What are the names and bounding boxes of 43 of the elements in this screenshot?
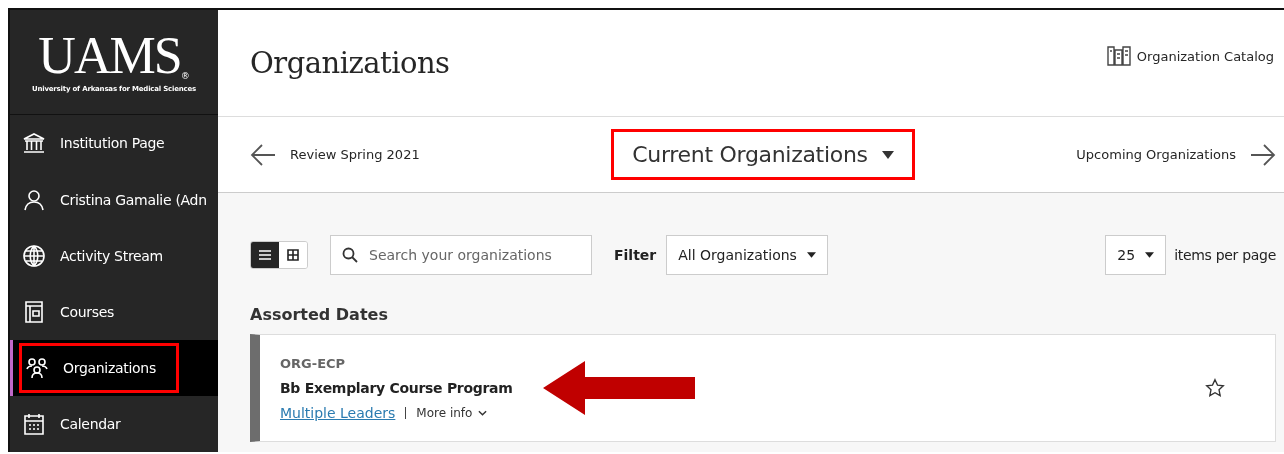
- leaders-link[interactable]: Multiple Leaders: [280, 404, 396, 421]
- sidebar-item[interactable]: Cristina Gamalie (Adn: [10, 171, 218, 228]
- organization-name: Bb Exemplary Course Program: [280, 379, 513, 396]
- search-icon: [342, 247, 358, 263]
- caret-icon: [881, 150, 894, 159]
- page-title: Organizations: [250, 46, 450, 80]
- previous-term-link[interactable]: Review Spring 2021: [250, 142, 530, 167]
- organization-code: ORG-ECP: [280, 355, 347, 371]
- section-heading: Assorted Dates: [250, 305, 389, 324]
- filter-label: Filter: [614, 247, 657, 263]
- filter-dropdown[interactable]: All Organizations: [666, 235, 828, 275]
- grid-view-button[interactable]: [279, 242, 307, 268]
- left-arrow-icon: [250, 142, 276, 167]
- page-size-dropdown[interactable]: 25: [1105, 235, 1167, 275]
- sidebar-item[interactable]: Activity Stream: [10, 227, 218, 284]
- list-view-button[interactable]: [251, 242, 279, 268]
- right-arrow-icon: [1250, 142, 1276, 167]
- search-field[interactable]: Search your organizations: [330, 235, 592, 275]
- term-dropdown[interactable]: Current Organizations: [611, 129, 915, 180]
- sidebar-item[interactable]: Institution Page: [10, 115, 218, 172]
- books-icon: [1106, 46, 1131, 66]
- registered-mark: ®: [180, 71, 190, 82]
- building-icon: [22, 131, 46, 156]
- catalog-link[interactable]: Organization Catalog: [1106, 46, 1274, 66]
- globe-icon: [22, 243, 46, 268]
- star-icon[interactable]: [1205, 378, 1225, 398]
- caret-icon: [806, 252, 816, 258]
- sidebar-item[interactable]: Organizations: [10, 339, 218, 396]
- calendar-icon: [22, 411, 46, 436]
- grid-icon: [287, 249, 299, 261]
- caret-icon: [1145, 252, 1155, 258]
- items-per-page-label: items per page: [1174, 247, 1276, 263]
- chevron-icon: [478, 409, 488, 416]
- next-term-link[interactable]: Upcoming Organizations: [996, 142, 1276, 167]
- sidebar-item[interactable]: Calendar: [10, 395, 218, 452]
- more-info-button[interactable]: More info: [416, 405, 488, 420]
- organization-card[interactable]: ORG-ECP Bb Exemplary Course Program Multiple Leaders More info: [250, 334, 1276, 442]
- list-icon: [259, 249, 271, 261]
- book-icon: [22, 299, 46, 324]
- logo-wordmark: UAMS: [38, 31, 181, 82]
- person-icon: [22, 187, 46, 212]
- sidebar-item[interactable]: Courses: [10, 283, 218, 340]
- people-icon: [25, 355, 49, 380]
